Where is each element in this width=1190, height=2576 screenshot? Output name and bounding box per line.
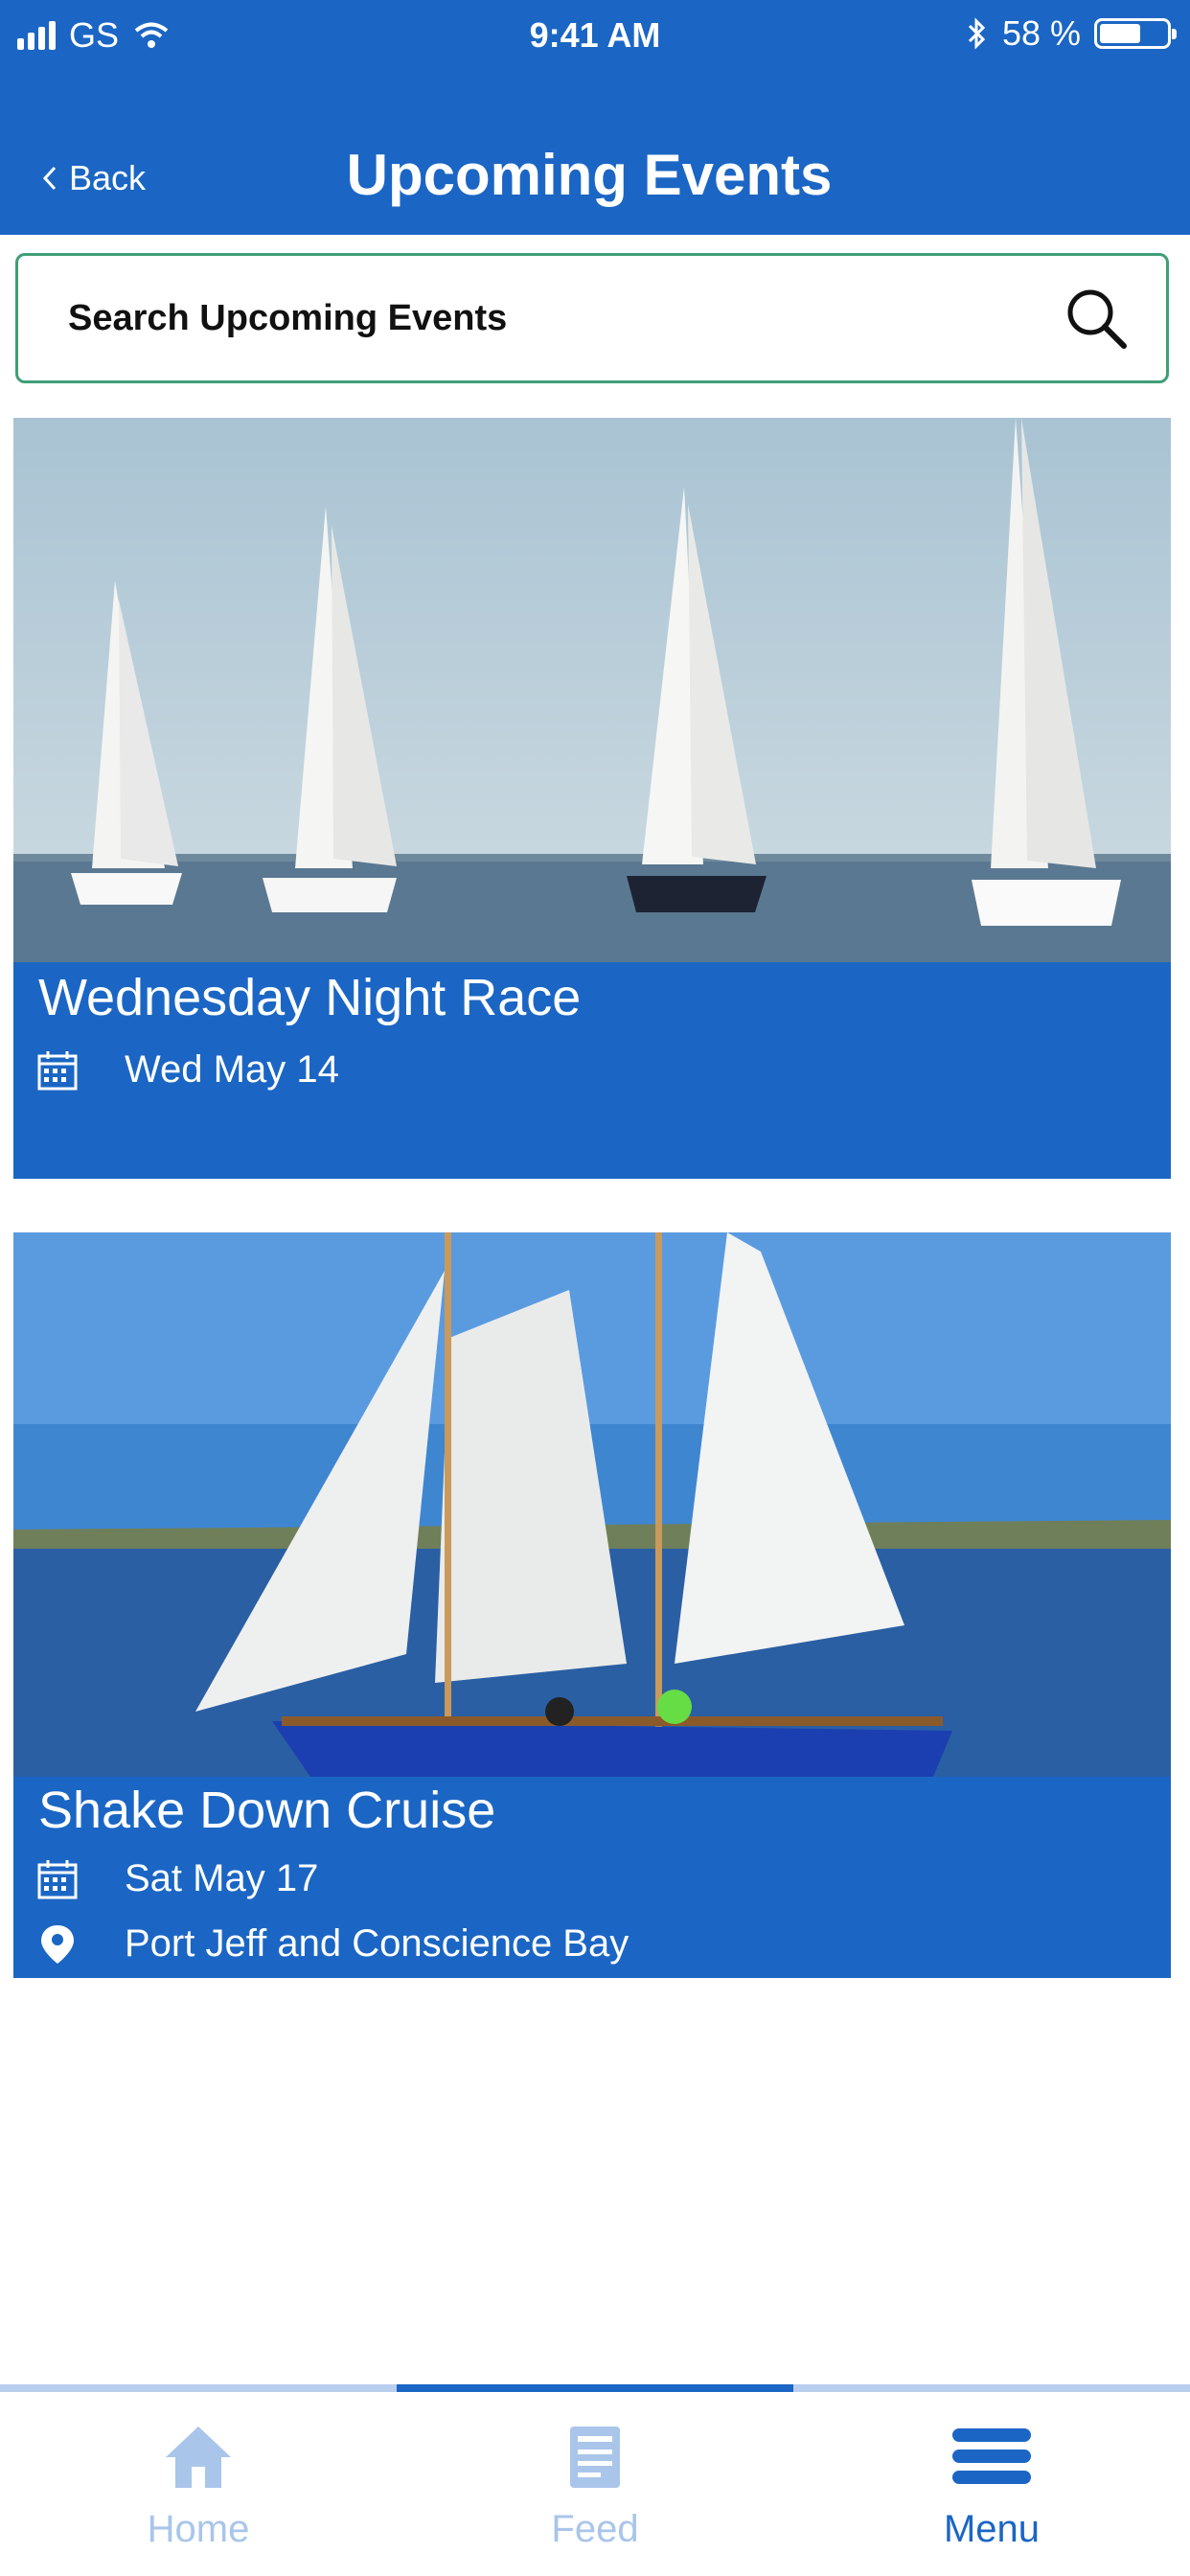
event-title: Shake Down Cruise [38,1782,496,1839]
event-title: Wednesday Night Race [38,969,582,1026]
feed-icon [570,2426,620,2488]
tab-home[interactable]: Home [0,2423,397,2551]
event-info: Shake Down Cruise Sat May 17 Port Jeff a… [13,1777,1171,1978]
search-placeholder: Search Upcoming Events [68,298,508,338]
tab-label: Home [147,2508,250,2550]
event-photo-schooner [13,1232,1171,1777]
page-title: Upcoming Events [346,143,833,207]
event-date: Wed May 14 [125,1048,339,1091]
tab-active-indicator [397,2384,793,2392]
event-card-shake-down-cruise[interactable]: Shake Down Cruise Sat May 17 Port Jeff a… [13,1232,1171,1978]
battery-percent: 58 % [1001,13,1081,53]
tab-label: Feed [551,2508,639,2550]
tab-feed[interactable]: Feed [397,2423,793,2551]
search-input[interactable]: Search Upcoming Events [15,253,1169,383]
event-photo-sailboats [13,418,1171,962]
event-date-row: Sat May 17 [36,1857,318,1900]
event-date: Sat May 17 [125,1857,319,1899]
status-bar: GS 9:41 AM 58 % [0,8,1190,65]
calendar-icon [37,1050,78,1090]
home-icon [166,2426,231,2488]
tab-bar: Home Feed Menu [0,2384,1190,2576]
tab-label: Menu [943,2508,1041,2550]
search-icon[interactable] [1064,287,1128,350]
app-header: GS 9:41 AM 58 % Back Upcoming Events [0,0,1190,235]
event-info: Wednesday Night Race Wed May 14 [13,962,1171,1179]
map-pin-icon [41,1924,74,1964]
tab-menu[interactable]: Menu [793,2423,1190,2551]
event-card-wednesday-night-race[interactable]: Wednesday Night Race Wed May 14 [13,418,1171,1179]
event-location-row: Port Jeff and Conscience Bay [36,1922,629,1966]
event-location: Port Jeff and Conscience Bay [125,1922,629,1965]
event-date-row: Wed May 14 [36,1048,339,1092]
status-right: 58 % [966,13,1177,54]
bluetooth-icon [968,17,986,50]
menu-icon [952,2428,1031,2484]
calendar-icon [37,1859,78,1898]
battery-icon [1094,18,1177,49]
